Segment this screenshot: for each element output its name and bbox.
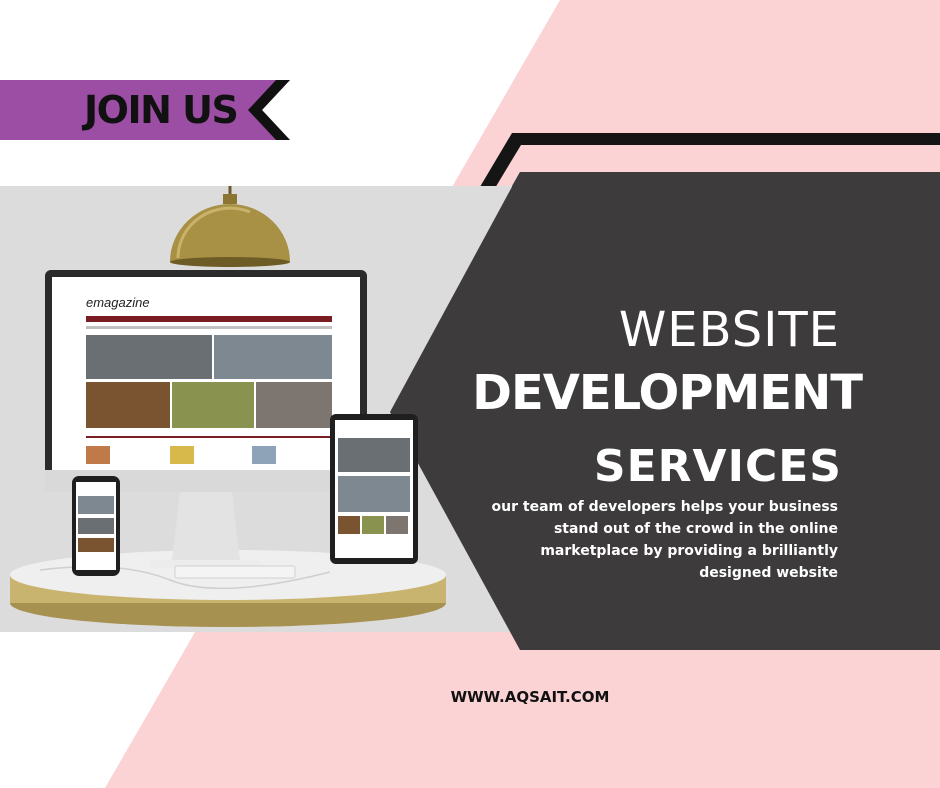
headline-website: WEBSITE <box>618 302 840 358</box>
join-us-label[interactable]: JOIN US <box>84 83 254 137</box>
phone-device <box>72 476 120 576</box>
tagline-line: marketplace by providing a brilliantly <box>540 543 838 559</box>
tagline: our team of developers helps your busine… <box>480 496 838 584</box>
tablet-device <box>330 414 418 564</box>
ad-canvas: emagazine JOIN US WEBSITE DEVELOPMENT SE… <box>0 0 940 788</box>
website-url-link[interactable]: WWW.AQSAIT.COM <box>370 686 690 708</box>
tagline-line: stand out of the crowd in the online <box>553 521 838 537</box>
headline-development: DEVELOPMENT <box>472 365 863 421</box>
mockup-brand: emagazine <box>86 295 150 310</box>
headline-services: SERVICES <box>593 441 842 492</box>
tagline-line: designed website <box>699 565 838 581</box>
tagline-line: our team of developers helps your busine… <box>491 499 838 515</box>
